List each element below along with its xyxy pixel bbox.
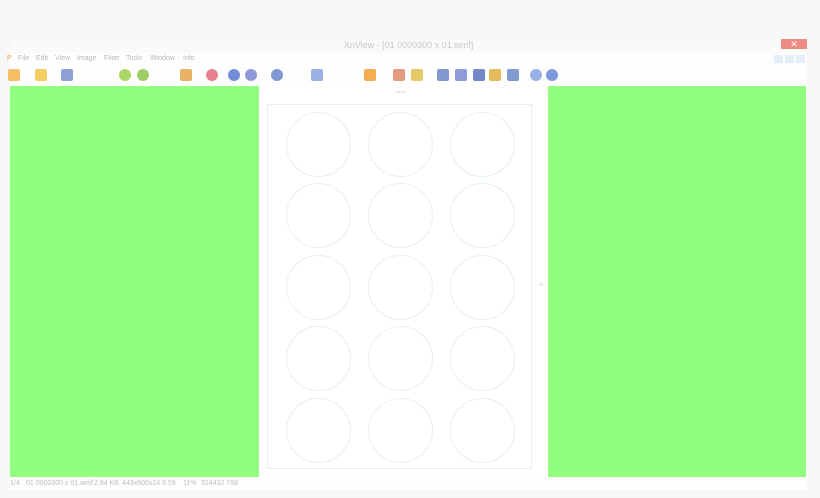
fullscreen-icon[interactable] — [180, 69, 192, 81]
menu-item-file[interactable]: File — [18, 55, 29, 62]
label-circle — [450, 112, 515, 177]
zoom-in-icon[interactable] — [228, 69, 240, 81]
close-document-icon[interactable] — [796, 55, 805, 63]
status-bar: 1/4 01 0000300 x 01.wmf 2.84 KB 443x600x… — [10, 479, 807, 490]
status-index: 1/4 — [10, 480, 20, 487]
thumbnails-icon[interactable] — [393, 69, 405, 81]
status-filename: 01 0000300 x 01.wmf — [26, 480, 93, 487]
left-panel[interactable] — [10, 86, 259, 477]
label-circle — [450, 183, 515, 248]
menu-item-image[interactable]: Image — [77, 55, 96, 62]
image-view[interactable] — [259, 86, 548, 477]
menu-item-edit[interactable]: Edit — [36, 55, 48, 62]
info-icon[interactable] — [546, 69, 558, 81]
label-circle — [450, 398, 515, 463]
status-zoom: 11% — [183, 480, 197, 487]
label-circle — [368, 183, 433, 248]
splitter-handle-top[interactable] — [396, 91, 406, 93]
splitter-handle-right[interactable] — [539, 283, 543, 286]
folder-icon[interactable] — [364, 69, 376, 81]
browse-icon[interactable] — [8, 69, 20, 81]
status-dimensions: 443x600x24 8.59 — [122, 480, 176, 487]
status-filesize: 2.84 KB — [94, 480, 119, 487]
label-circle — [450, 255, 515, 320]
label-circle — [368, 398, 433, 463]
rotate-right-icon[interactable] — [137, 69, 149, 81]
binoculars-icon[interactable] — [437, 69, 449, 81]
menu-item-tools[interactable]: Tools — [126, 55, 142, 62]
print-icon[interactable] — [455, 69, 467, 81]
menu-item-info[interactable]: Info — [183, 55, 195, 62]
document-window-controls — [774, 55, 805, 63]
image-canvas — [267, 104, 532, 469]
label-circle — [368, 326, 433, 391]
app-menu-icon[interactable]: P — [7, 55, 12, 62]
label-circle — [286, 255, 351, 320]
settings-icon[interactable] — [530, 69, 542, 81]
menu-item-view[interactable]: View — [55, 55, 70, 62]
label-circle — [368, 255, 433, 320]
close-button[interactable]: ✕ — [781, 39, 807, 49]
status-extra: 314432 768 — [201, 480, 238, 487]
label-circle — [368, 112, 433, 177]
label-circle — [286, 112, 351, 177]
label-circle — [286, 398, 351, 463]
screen-capture-icon[interactable] — [507, 69, 519, 81]
menu-item-window[interactable]: Window — [150, 55, 175, 62]
label-circle — [450, 326, 515, 391]
right-panel[interactable] — [548, 86, 806, 477]
menu-bar: P File Edit View Image Filter Tools Window Info — [7, 54, 807, 66]
next-arrow-icon[interactable] — [311, 69, 323, 81]
label-circle — [286, 183, 351, 248]
label-circle — [286, 326, 351, 391]
slideshow-icon[interactable] — [411, 69, 423, 81]
scanner-icon[interactable] — [473, 69, 485, 81]
title-bar: XnView - [01 0000300 x 01.wmf] ✕ — [10, 39, 807, 53]
ribbon-icon[interactable] — [206, 69, 218, 81]
app-window: XnView - [01 0000300 x 01.wmf] ✕ P File E… — [7, 39, 807, 490]
gallery-icon[interactable] — [489, 69, 501, 81]
minimize-icon[interactable] — [774, 55, 783, 63]
zoom-fit-icon[interactable] — [245, 69, 257, 81]
rotate-left-icon[interactable] — [119, 69, 131, 81]
toolbar — [8, 67, 807, 85]
open-folder-icon[interactable] — [35, 69, 47, 81]
save-icon[interactable] — [61, 69, 73, 81]
zoom-out-icon[interactable] — [271, 69, 283, 81]
restore-icon[interactable] — [785, 55, 794, 63]
window-title: XnView - [01 0000300 x 01.wmf] — [343, 40, 474, 50]
menu-item-filter[interactable]: Filter — [104, 55, 120, 62]
